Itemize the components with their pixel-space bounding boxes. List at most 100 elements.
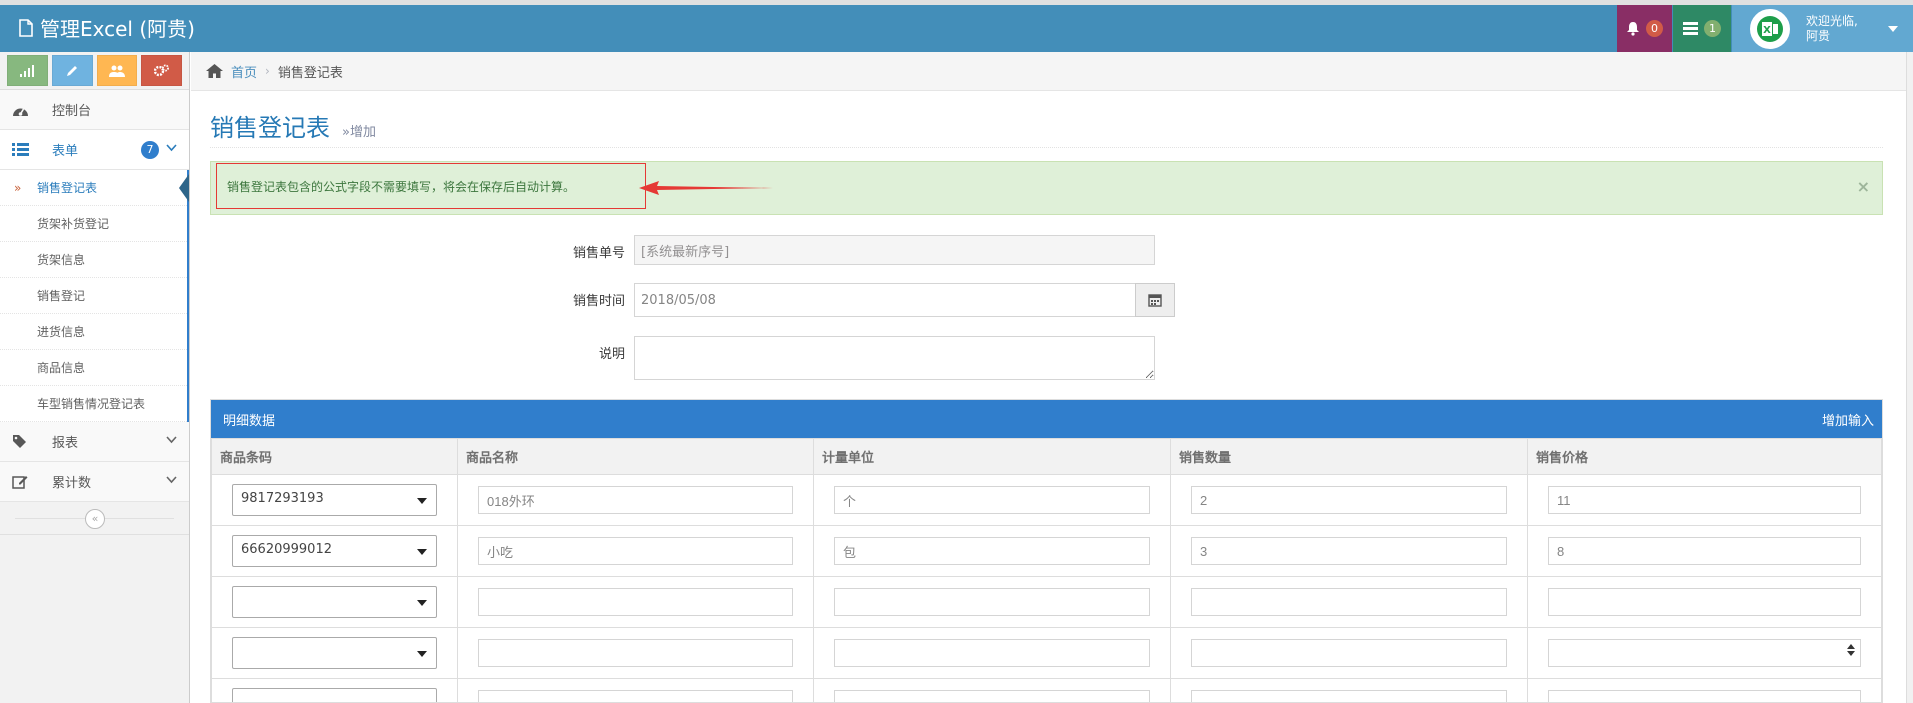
sidebar-item-label: 累计数 — [52, 476, 92, 491]
product-name-input[interactable] — [478, 588, 793, 616]
unit-input[interactable] — [834, 639, 1150, 667]
barcode-value: 66620999012 — [241, 542, 332, 557]
sidebar-shortcuts — [0, 52, 189, 90]
column-header: 商品条码 — [211, 438, 458, 475]
barcode-select[interactable]: 66620999012 — [232, 535, 437, 567]
list-icon — [12, 143, 32, 156]
home-icon[interactable] — [206, 64, 223, 78]
add-input-button[interactable]: 增加输入 — [1822, 410, 1874, 429]
unit-input[interactable] — [834, 537, 1150, 565]
order-no-field[interactable] — [634, 235, 1155, 265]
sidebar-subitem-label: 货架补货登记 — [37, 217, 110, 231]
sidebar-item-cumulative[interactable]: 累计数 — [0, 462, 189, 502]
tasks-button[interactable]: 1 — [1673, 5, 1731, 52]
sidebar-subitem-sales-register[interactable]: » 销售登记表 — [0, 170, 189, 206]
table-cell: 9817293193 — [211, 474, 458, 526]
chevron-down-icon — [166, 144, 177, 152]
sidebar-item-dashboard[interactable]: 控制台 — [0, 90, 189, 130]
brand[interactable]: 管理Excel (阿贵) — [18, 13, 195, 42]
quantity-input[interactable] — [1191, 537, 1507, 565]
notifications-button[interactable]: 0 — [1617, 5, 1672, 52]
table-row — [211, 576, 1882, 628]
detail-table: 商品条码 商品名称 计量单位 销售数量 销售价格 9817293193 6662… — [211, 438, 1882, 702]
quantity-input[interactable] — [1191, 690, 1507, 702]
unit-input[interactable] — [834, 486, 1150, 514]
user-menu[interactable]: X 欢迎光临, 阿贵 — [1732, 5, 1913, 52]
sidebar-collapse-button[interactable]: « — [85, 509, 105, 529]
table-cell — [1527, 474, 1882, 526]
order-no-label: 销售单号 — [572, 246, 625, 261]
sidebar-subitem[interactable]: 销售登记 — [0, 278, 187, 314]
shortcut-cogs-button[interactable] — [141, 55, 182, 86]
tasks-badge: 1 — [1704, 20, 1721, 37]
price-input[interactable] — [1548, 588, 1861, 616]
app-title: 管理Excel (阿贵) — [40, 17, 195, 41]
dropdown-arrow-icon — [417, 651, 427, 657]
sale-time-field[interactable] — [634, 283, 1136, 317]
breadcrumb-separator: › — [265, 64, 270, 78]
barcode-select[interactable]: 9817293193 — [232, 484, 437, 516]
sidebar-subitem[interactable]: 商品信息 — [0, 350, 187, 386]
table-cell — [813, 525, 1171, 577]
sidebar-item-reports[interactable]: 报表 — [0, 422, 189, 462]
chevron-down-icon — [166, 476, 177, 484]
shortcut-signal-button[interactable] — [7, 55, 48, 86]
barcode-select[interactable] — [232, 637, 437, 669]
product-name-input[interactable] — [478, 690, 793, 702]
note-field[interactable] — [634, 336, 1155, 380]
product-name-input[interactable] — [478, 537, 793, 565]
dashboard-icon — [12, 103, 32, 117]
user-greeting: 欢迎光临, — [1806, 13, 1858, 28]
column-header: 销售价格 — [1527, 438, 1882, 475]
barcode-select[interactable] — [232, 586, 437, 618]
price-input[interactable] — [1548, 537, 1861, 565]
unit-input[interactable] — [834, 690, 1150, 702]
sidebar-subitem[interactable]: 进货信息 — [0, 314, 187, 350]
table-row — [211, 678, 1882, 702]
annotation-arrow-icon — [639, 181, 773, 195]
price-input[interactable] — [1548, 690, 1861, 702]
forms-count-badge: 7 — [141, 141, 159, 159]
avatar: X — [1750, 8, 1790, 49]
stepper-arrows-icon[interactable] — [1847, 644, 1855, 656]
sidebar-subitem[interactable]: 货架补货登记 — [0, 206, 187, 242]
file-icon — [19, 18, 33, 37]
top-navbar: 管理Excel (阿贵) 0 1 X 欢迎光临, 阿贵 — [0, 0, 1913, 52]
quantity-input[interactable] — [1191, 588, 1507, 616]
table-cell — [813, 627, 1171, 679]
table-cell — [457, 474, 814, 526]
product-name-input[interactable] — [478, 486, 793, 514]
sidebar-item-label: 报表 — [52, 436, 79, 451]
table-cell — [1170, 576, 1528, 628]
sidebar-subitem[interactable]: 车型销售情况登记表 — [0, 386, 187, 422]
sale-time-label: 销售时间 — [572, 294, 625, 309]
breadcrumb-home-link[interactable]: 首页 — [231, 62, 257, 81]
shortcut-users-button[interactable] — [96, 55, 138, 86]
table-cell — [457, 627, 814, 679]
column-header: 销售数量 — [1170, 438, 1528, 475]
price-input[interactable] — [1548, 639, 1861, 667]
unit-input[interactable] — [834, 588, 1150, 616]
shortcut-pencil-button[interactable] — [51, 55, 93, 86]
table-cell — [1170, 627, 1528, 679]
sidebar-item-forms[interactable]: 表单 7 — [0, 130, 189, 170]
page-title: 销售登记表 — [210, 114, 330, 142]
quantity-input[interactable] — [1191, 639, 1507, 667]
dropdown-arrow-icon — [417, 498, 427, 504]
table-cell — [457, 525, 814, 577]
quantity-input[interactable] — [1191, 486, 1507, 514]
table-cell — [1170, 474, 1528, 526]
table-cell: 66620999012 — [211, 525, 458, 577]
sidebar-subitem-label: 货架信息 — [37, 253, 86, 267]
signal-icon — [20, 64, 35, 77]
barcode-select[interactable] — [232, 688, 437, 702]
product-name-input[interactable] — [478, 639, 793, 667]
price-input[interactable] — [1548, 486, 1861, 514]
calendar-button[interactable] — [1135, 283, 1175, 317]
cogs-icon — [154, 64, 170, 77]
price-stepper[interactable] — [1548, 639, 1861, 667]
close-icon[interactable]: × — [1857, 177, 1870, 196]
calendar-icon — [1148, 294, 1162, 307]
page-scrollbar[interactable] — [1906, 52, 1913, 703]
sidebar-subitem[interactable]: 货架信息 — [0, 242, 187, 278]
